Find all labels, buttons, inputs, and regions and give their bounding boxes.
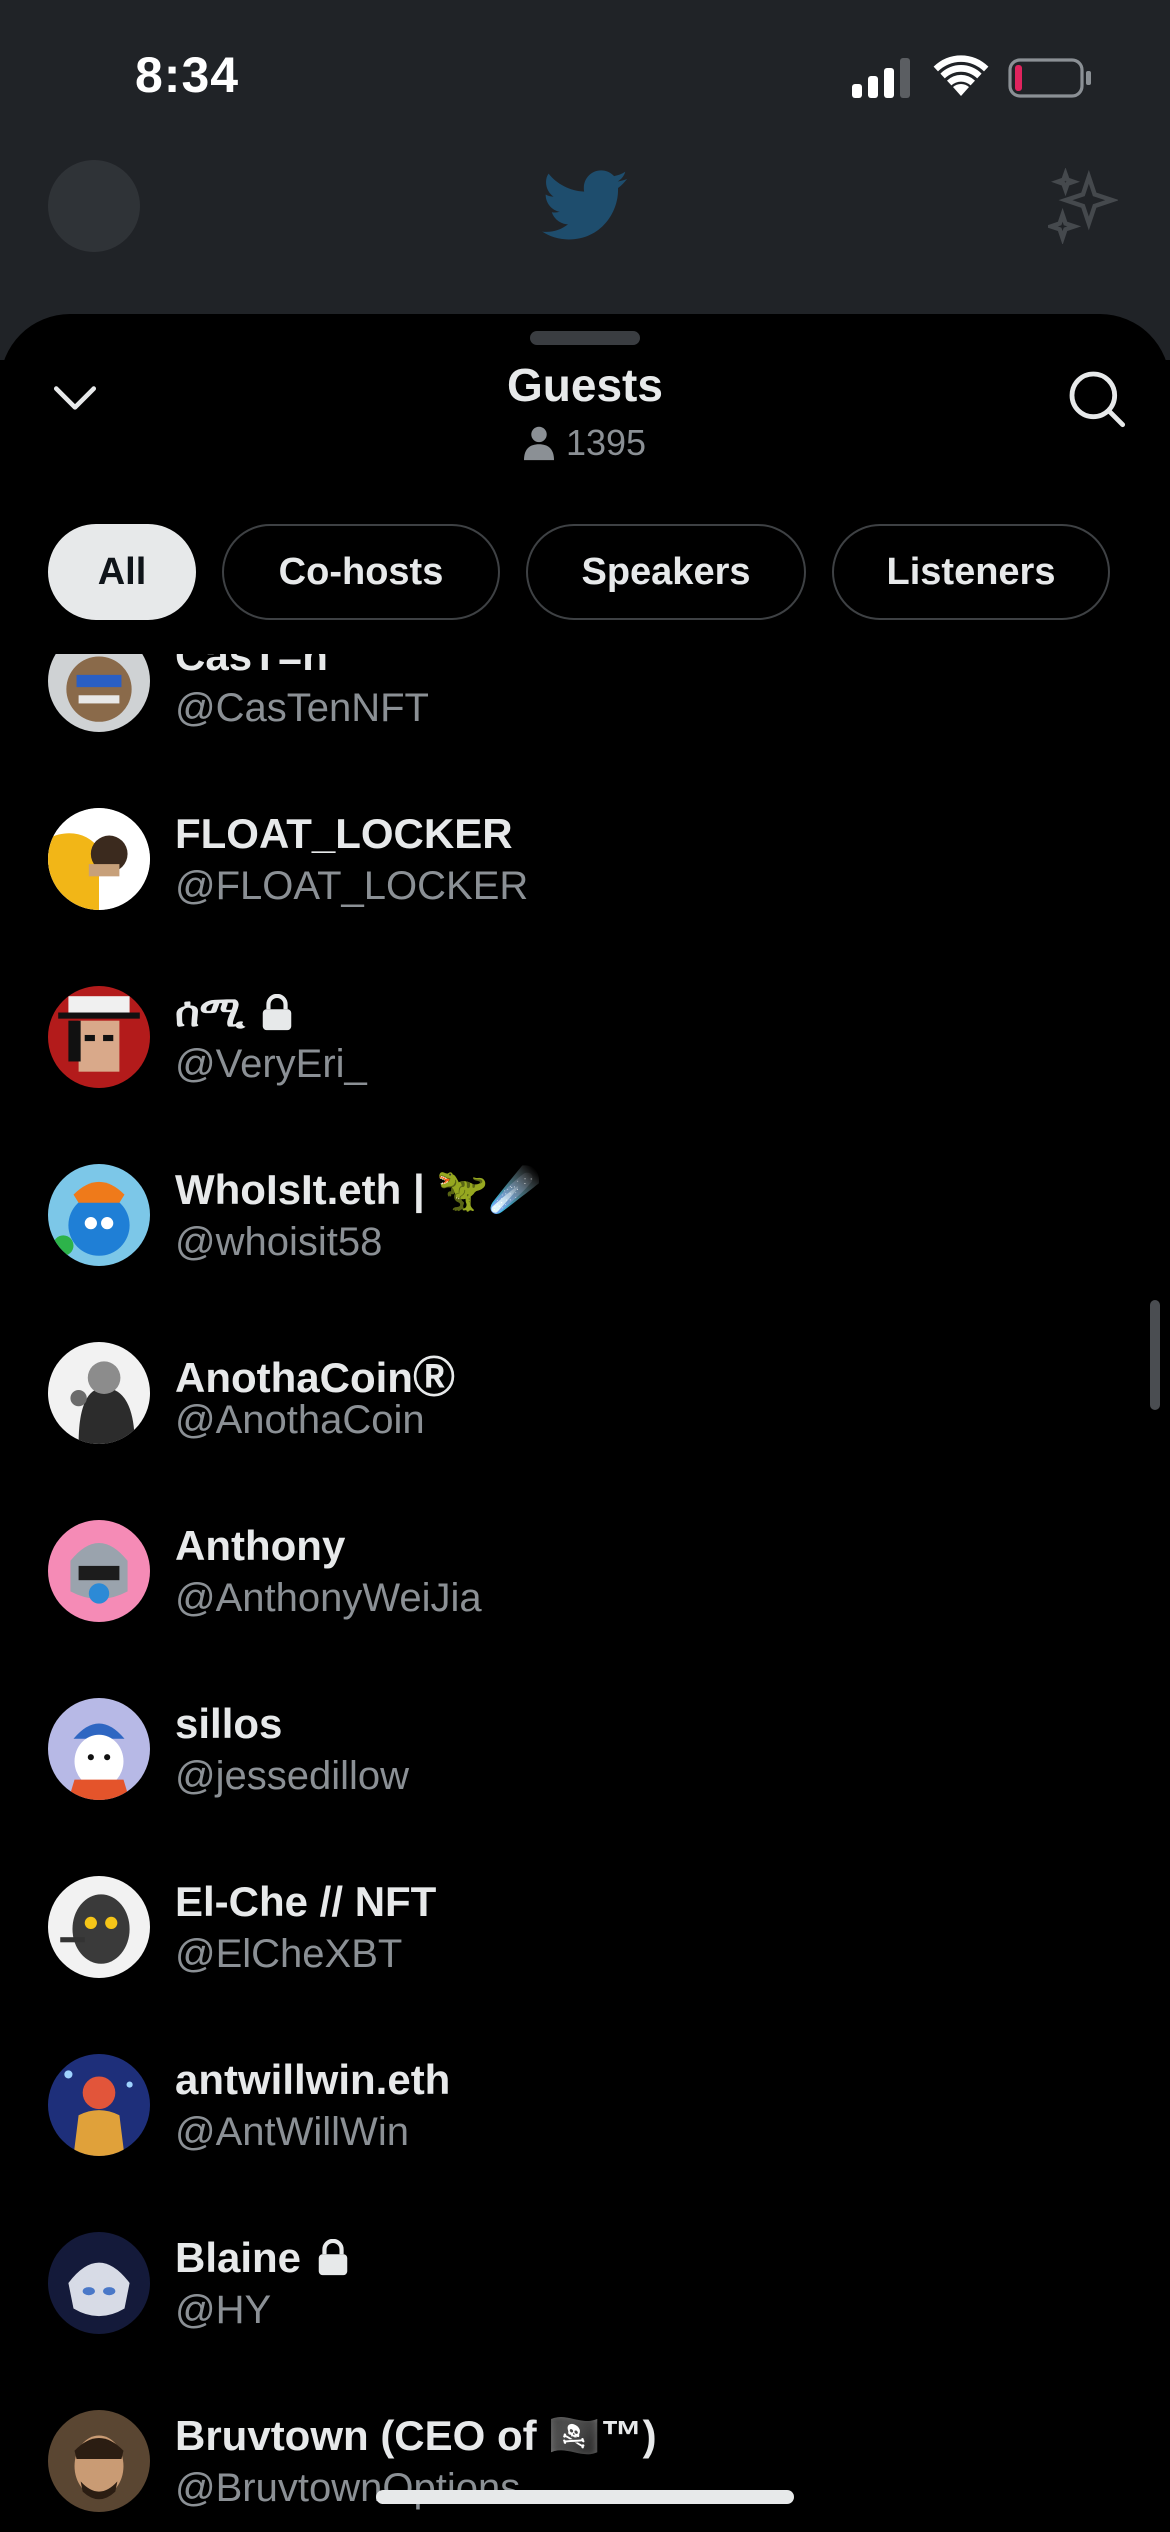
guest-name-text: Blaine — [175, 2234, 302, 2281]
guest-name: Blaine — [175, 2234, 351, 2282]
sparkle-icon — [1048, 168, 1118, 244]
guest-handle: @jessedillow — [175, 1754, 410, 1798]
guest-count: 1395 — [0, 422, 1170, 464]
guest-name: WhoIsIt.eth | 🦖☄️ — [175, 1166, 541, 1213]
avatar — [48, 1876, 150, 1978]
guest-handle: @AnthonyWeiJia — [175, 1576, 482, 1620]
avatar — [48, 1520, 150, 1622]
list-item[interactable]: AnothaCoinⓇ @AnothaCoin — [0, 1304, 1170, 1482]
avatar — [48, 1698, 150, 1800]
guest-handle: @BruvtownOptions — [175, 2466, 521, 2510]
guest-name: CasT=n — [175, 654, 328, 679]
list-item[interactable]: Blaine @HY — [0, 2194, 1170, 2372]
guest-handle: @FLOAT_LOCKER — [175, 864, 529, 908]
list-item[interactable]: WhoIsIt.eth | 🦖☄️ @whoisit58 — [0, 1126, 1170, 1304]
battery-icon — [1008, 58, 1091, 98]
guest-handle: @CasTenNFT — [175, 686, 429, 730]
avatar — [48, 654, 150, 732]
guest-name: ሰሚ — [175, 988, 295, 1037]
filter-tabs: All Co-hosts Speakers Listeners — [48, 524, 1110, 620]
list-item[interactable]: Anthony @AnthonyWeiJia — [0, 1482, 1170, 1660]
guests-sheet: Guests 1395 All Co-hosts Speakers Listen… — [0, 314, 1170, 2532]
avatar — [48, 986, 150, 1088]
list-item[interactable]: CasT=n @CasTenNFT — [0, 654, 1170, 770]
list-item[interactable]: antwillwin.eth @AntWillWin — [0, 2016, 1170, 2194]
lock-icon — [318, 2239, 348, 2276]
avatar — [48, 2410, 150, 2512]
guest-handle: @ElCheXBT — [175, 1932, 403, 1976]
guest-name-text: ሰሚ — [175, 988, 245, 1035]
guest-handle: @whoisit58 — [175, 1220, 383, 1264]
guest-name: AnothaCoinⓇ — [175, 1354, 455, 1401]
list-item[interactable]: ሰሚ @VeryEri_ — [0, 948, 1170, 1126]
guest-name: Bruvtown (CEO of 🏴‍☠️™) — [175, 2412, 657, 2459]
guest-count-value: 1395 — [565, 422, 647, 463]
lock-icon — [262, 993, 291, 1030]
guest-handle: @HY — [175, 2288, 272, 2332]
avatar — [48, 808, 150, 910]
tab-speakers[interactable]: Speakers — [526, 524, 806, 620]
tab-all[interactable]: All — [48, 524, 196, 620]
twitter-bird-icon — [542, 170, 628, 240]
sheet-grabber[interactable] — [530, 331, 640, 345]
avatar — [48, 1164, 150, 1266]
background-avatar — [48, 160, 140, 252]
sheet-title: Guests — [507, 359, 663, 411]
guest-handle: @VeryEri_ — [175, 1042, 367, 1086]
home-indicator[interactable] — [376, 2490, 794, 2504]
search-icon[interactable] — [1064, 366, 1128, 430]
scrollbar-thumb[interactable] — [1150, 1300, 1160, 1410]
person-icon — [523, 426, 554, 461]
list-item[interactable]: Bruvtown (CEO of 🏴‍☠️™) @BruvtownOptions — [0, 2372, 1170, 2532]
list-item[interactable]: sillos @jessedillow — [0, 1660, 1170, 1838]
avatar — [48, 1342, 150, 1444]
status-bar: 8:34 — [0, 0, 1170, 150]
guest-handle: @AntWillWin — [175, 2110, 409, 2154]
wifi-icon — [933, 55, 989, 96]
list-item[interactable]: El-Che // NFT @ElCheXBT — [0, 1838, 1170, 2016]
tab-listeners[interactable]: Listeners — [832, 524, 1110, 620]
guest-name: sillos — [175, 1700, 283, 1747]
guest-name: Anthony — [175, 1522, 346, 1569]
status-time: 8:34 — [135, 47, 240, 103]
tab-co-hosts[interactable]: Co-hosts — [222, 524, 500, 620]
cellular-signal-icon — [852, 58, 910, 98]
guest-name: antwillwin.eth — [175, 2056, 451, 2103]
avatar — [48, 2232, 150, 2334]
guest-name: El-Che // NFT — [175, 1878, 437, 1925]
guest-handle: @AnothaCoin — [175, 1398, 425, 1442]
avatar — [48, 2054, 150, 2156]
guest-name: FLOAT_LOCKER — [175, 810, 513, 857]
guest-list[interactable]: CasT=n @CasTenNFT FLOAT_LOCKER @FLOAT_LO… — [0, 654, 1170, 2532]
list-item[interactable]: FLOAT_LOCKER @FLOAT_LOCKER — [0, 770, 1170, 948]
